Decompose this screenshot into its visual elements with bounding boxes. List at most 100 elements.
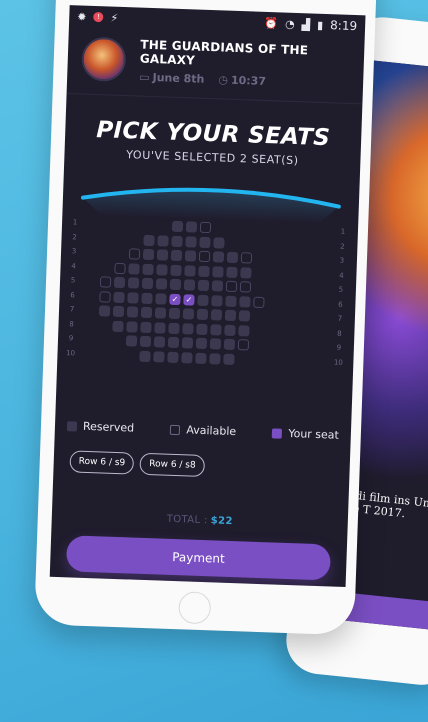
reserved-seat — [183, 279, 196, 291]
reserved-seat — [127, 291, 139, 304]
reserved-seat — [210, 309, 223, 321]
selected-seats: Row 6 / s9 Row 6 / s8 — [53, 450, 350, 482]
wifi-icon: ◔ — [284, 17, 295, 31]
available-seat[interactable] — [99, 276, 112, 288]
legend-your-seat: Your seat — [288, 426, 340, 442]
reserved-seat — [210, 323, 222, 336]
reserved-seat — [196, 323, 208, 335]
reserved-seat — [143, 234, 155, 246]
reserved-seat — [139, 335, 152, 348]
reserved-seat — [195, 352, 207, 364]
reserved-seat — [153, 336, 166, 348]
reserved-seat — [223, 338, 236, 351]
seat-map: 1 1 2 2 3 3 4 4 5 5 6 6 ✓ ✓ 7 7 8 8 9 9 10 10 — [56, 215, 358, 405]
reserved-seat — [167, 351, 179, 363]
reserved-seat — [139, 350, 151, 362]
available-seat[interactable] — [114, 262, 126, 274]
row-number: 10 — [65, 348, 76, 357]
reserved-seat — [113, 291, 125, 303]
available-seat[interactable] — [99, 290, 111, 303]
available-seat[interactable] — [253, 296, 265, 308]
reserved-seat — [224, 324, 236, 336]
available-seat[interactable] — [239, 281, 252, 293]
reserved-seat — [156, 263, 168, 276]
home-button[interactable] — [178, 591, 212, 625]
row-number: 3 — [71, 247, 77, 256]
total-amount: $22 — [210, 515, 234, 528]
reserved-seat — [209, 338, 222, 350]
reserved-seat — [226, 251, 239, 264]
reserved-seat — [197, 294, 209, 306]
available-seat[interactable] — [237, 339, 250, 351]
your-seat[interactable]: ✓ — [183, 293, 195, 306]
reserved-seat — [155, 278, 168, 290]
available-seat[interactable] — [199, 221, 212, 234]
reserved-seat — [212, 265, 224, 278]
reserved-seat — [141, 292, 153, 304]
reserved-seat — [239, 295, 251, 308]
row-number: 3 — [339, 256, 345, 265]
reserved-seat — [125, 335, 138, 347]
reserved-seat — [209, 352, 221, 365]
available-seat[interactable] — [240, 252, 253, 264]
available-seat[interactable] — [225, 280, 238, 293]
reserved-seat — [171, 220, 184, 233]
main-phone: ✹ ! ⚡ ⏰ ◔ ▟ ▮ 8:19 THE GUARDIANS OF THE … — [34, 0, 378, 636]
reserved-seat — [197, 279, 210, 292]
row-number: 6 — [338, 300, 343, 309]
reserved-seat — [238, 324, 250, 337]
reserved-seat — [98, 305, 111, 317]
reserved-seat — [169, 278, 182, 291]
reserved-seat — [181, 337, 194, 349]
reserved-seat — [181, 351, 193, 364]
payment-button[interactable]: Payment — [65, 535, 332, 581]
movie-header: THE GUARDIANS OF THE GALAXY ▭ June 8th ◷ 1… — [66, 27, 365, 105]
reserved-seat — [211, 294, 223, 307]
movie-avatar[interactable] — [81, 36, 127, 83]
total-price: TOTAL : $22 — [52, 510, 348, 531]
reserved-swatch — [66, 420, 78, 432]
row-number: 6 — [70, 290, 75, 299]
reserved-seat — [195, 337, 208, 350]
reserved-seat — [182, 322, 194, 335]
reserved-seat — [113, 276, 126, 289]
reserved-seat — [211, 280, 224, 292]
row-number: 5 — [70, 276, 76, 285]
row-number: 9 — [336, 343, 342, 352]
seat-chip[interactable]: Row 6 / s9 — [69, 450, 135, 475]
reserved-seat — [128, 262, 140, 275]
reserved-seat — [142, 248, 155, 261]
reserved-seat — [224, 309, 237, 322]
signal-icon: ▟ — [301, 17, 311, 31]
reserved-seat — [196, 308, 209, 321]
reserved-seat — [157, 234, 169, 247]
available-seat[interactable] — [198, 250, 211, 263]
row-number: 7 — [337, 314, 343, 323]
row-number: 4 — [71, 261, 76, 270]
selection-summary: YOU'VE SELECTED 2 SEAT(S) — [125, 148, 299, 168]
available-seat[interactable] — [128, 248, 141, 260]
your-seat[interactable]: ✓ — [169, 293, 181, 305]
reserved-seat — [213, 236, 225, 249]
reserved-seat — [182, 308, 195, 320]
row-number: 1 — [72, 218, 78, 227]
calendar-icon: ▭ — [138, 70, 150, 84]
movie-title: THE GUARDIANS OF THE GALAXY — [139, 37, 309, 68]
seat-chip[interactable]: Row 6 / s8 — [139, 452, 206, 478]
reserved-seat — [198, 265, 210, 277]
reserved-seat — [140, 306, 153, 319]
reserved-seat — [142, 263, 154, 275]
reserved-seat — [185, 221, 198, 233]
reserved-seat — [185, 235, 197, 248]
gear-icon: ✹ — [77, 9, 87, 24]
reserved-seat — [127, 277, 140, 289]
row-number: 8 — [69, 319, 74, 328]
row-number: 1 — [340, 227, 346, 236]
reserved-seat — [199, 236, 211, 248]
reserved-seat — [226, 266, 238, 278]
reserved-seat — [154, 307, 167, 319]
row-number: 4 — [339, 271, 344, 280]
reserved-seat — [126, 306, 139, 318]
reserved-seat — [212, 251, 225, 263]
reserved-seat — [112, 320, 124, 332]
